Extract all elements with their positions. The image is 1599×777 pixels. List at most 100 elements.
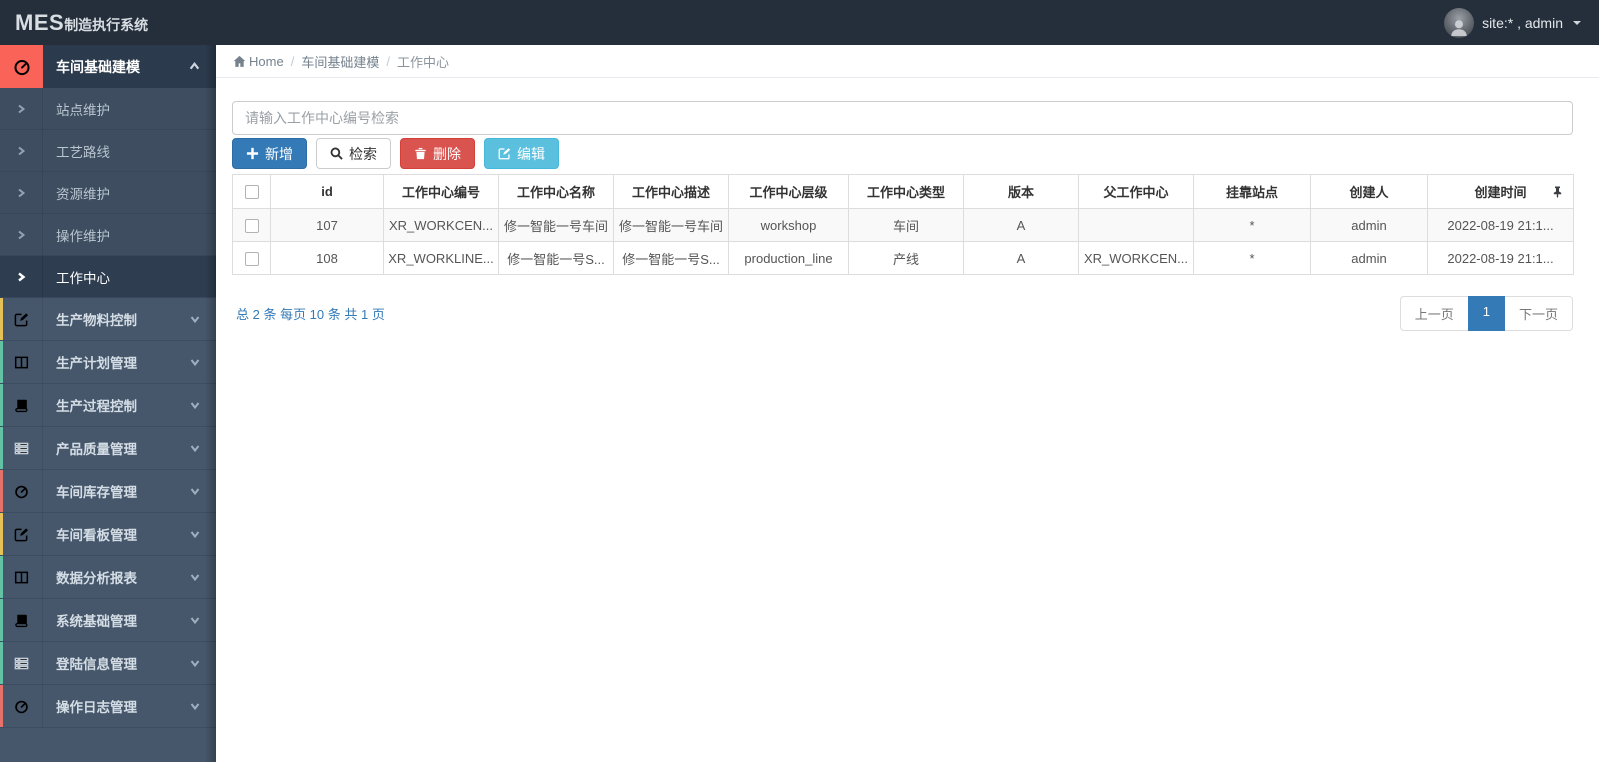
- work-center-search-input[interactable]: [232, 101, 1573, 135]
- pushpin-icon[interactable]: [1552, 186, 1563, 198]
- search-icon: [330, 147, 343, 160]
- table-header-row: id 工作中心编号 工作中心名称 工作中心描述 工作中心层级 工作中心类型 版本…: [232, 174, 1574, 209]
- sidebar-item-process-control[interactable]: 生产过程控制: [0, 384, 216, 427]
- user-icon: [1448, 16, 1470, 38]
- cell-created: 2022-08-19 21:1...: [1427, 208, 1574, 242]
- home-icon: [233, 55, 246, 68]
- sidebar-item-operation-maintenance[interactable]: 操作维护: [0, 214, 216, 256]
- edit-icon: [0, 513, 43, 555]
- chevron-down-icon: [190, 314, 200, 324]
- app-logo-bold: MES: [15, 9, 65, 35]
- book-icon: [0, 599, 43, 641]
- sidebar-item-label: 车间库存管理: [56, 485, 137, 500]
- item-color-strip: [0, 556, 3, 598]
- item-color-strip: [0, 341, 3, 383]
- column-header-created-label: 创建时间: [1474, 185, 1527, 200]
- edit-icon: [498, 147, 511, 160]
- sidebar-item-label: 站点维护: [56, 102, 110, 118]
- sidebar-item-station-maintenance[interactable]: 站点维护: [0, 88, 216, 130]
- chevron-down-icon: [190, 529, 200, 539]
- sidebar-item-label: 工艺路线: [56, 144, 110, 160]
- cell-parent: [1078, 208, 1194, 242]
- row-checkbox[interactable]: [244, 251, 259, 266]
- sidebar-item-quality-management[interactable]: 产品质量管理: [0, 427, 216, 470]
- item-color-strip: [0, 427, 3, 469]
- cell-creator: admin: [1310, 241, 1428, 275]
- sidebar-item-work-center-active[interactable]: 工作中心: [0, 256, 216, 298]
- chevron-down-icon: [190, 443, 200, 453]
- list-icon: [0, 427, 43, 469]
- pagination: 上一页 1 下一页: [1399, 296, 1573, 331]
- sidebar-item-data-reports[interactable]: 数据分析报表: [0, 556, 216, 599]
- sidebar-item-plan-management[interactable]: 生产计划管理: [0, 341, 216, 384]
- cell-level: production_line: [728, 241, 849, 275]
- sidebar-item-label: 数据分析报表: [56, 571, 137, 586]
- item-color-strip: [0, 599, 3, 641]
- sidebar-item-material-control[interactable]: 生产物料控制: [0, 298, 216, 341]
- delete-button-label: 删除: [433, 145, 461, 162]
- book-icon: [0, 384, 43, 426]
- cell-code: XR_WORKLINE...: [383, 241, 499, 275]
- select-all-checkbox[interactable]: [244, 185, 259, 200]
- list-icon: [0, 642, 43, 684]
- app-logo-rest: 制造执行系统: [64, 16, 149, 33]
- breadcrumb-workshop-modeling[interactable]: 车间基础建模: [301, 52, 379, 71]
- sidebar-item-operation-log-management[interactable]: 操作日志管理: [0, 685, 216, 728]
- sidebar-item-inventory-management[interactable]: 车间库存管理: [0, 470, 216, 513]
- search-button[interactable]: 检索: [316, 138, 391, 169]
- item-color-strip: [0, 298, 3, 340]
- content-area: 新增 检索 删除 编辑: [216, 78, 1599, 331]
- pagination-summary: 总 2 条 每页 10 条 共 1 页: [236, 307, 385, 322]
- edit-button-label: 编辑: [517, 145, 545, 162]
- column-header-station: 挂靠站点: [1193, 174, 1311, 209]
- sidebar-item-label: 车间看板管理: [56, 528, 137, 543]
- cell-creator: admin: [1310, 208, 1428, 242]
- column-header-version: 版本: [963, 174, 1079, 209]
- page-1-button[interactable]: 1: [1467, 296, 1505, 331]
- chevron-up-icon: [189, 61, 200, 72]
- sidebar-item-label: 资源维护: [56, 186, 110, 202]
- row-checkbox[interactable]: [244, 218, 259, 233]
- delete-button[interactable]: 删除: [400, 138, 475, 169]
- cell-type: 车间: [848, 208, 964, 242]
- next-page-button[interactable]: 下一页: [1503, 296, 1573, 331]
- column-header-name: 工作中心名称: [498, 174, 614, 209]
- prev-page-button[interactable]: 上一页: [1399, 296, 1469, 331]
- breadcrumb-separator: /: [290, 53, 295, 69]
- edit-icon: [0, 298, 43, 340]
- sidebar-item-login-info-management[interactable]: 登陆信息管理: [0, 642, 216, 685]
- breadcrumb: Home / 车间基础建模 / 工作中心: [216, 45, 1599, 78]
- cell-parent: XR_WORKCEN...: [1078, 241, 1194, 275]
- edit-button[interactable]: 编辑: [484, 138, 559, 169]
- item-color-strip: [0, 384, 3, 426]
- cell-station: *: [1193, 208, 1311, 242]
- user-menu[interactable]: site:* , admin: [1444, 7, 1599, 38]
- item-color-strip: [0, 513, 3, 555]
- user-menu-label: site:* , admin: [1482, 14, 1563, 31]
- item-color-strip: [0, 642, 3, 684]
- chevron-down-icon: [190, 486, 200, 496]
- add-button[interactable]: 新增: [232, 138, 307, 169]
- sidebar-item-label: 登陆信息管理: [56, 657, 137, 672]
- chevron-right-icon: [0, 172, 43, 213]
- chevron-right-icon: [0, 88, 43, 129]
- breadcrumb-current: 工作中心: [396, 54, 449, 70]
- columns-icon: [0, 341, 43, 383]
- chevron-right-icon: [0, 214, 43, 255]
- columns-icon: [0, 556, 43, 598]
- sidebar-item-kanban-management[interactable]: 车间看板管理: [0, 513, 216, 556]
- column-header-created: 创建时间: [1427, 174, 1574, 209]
- sidebar-item-system-management[interactable]: 系统基础管理: [0, 599, 216, 642]
- breadcrumb-home[interactable]: Home: [249, 54, 284, 69]
- column-header-desc: 工作中心描述: [613, 174, 729, 209]
- breadcrumb-separator: /: [386, 53, 390, 69]
- sidebar-section-workshop-modeling[interactable]: 车间基础建模: [0, 45, 216, 88]
- dashboard-icon: [0, 45, 43, 88]
- chevron-down-icon: [190, 658, 200, 668]
- sidebar-item-resource-maintenance[interactable]: 资源维护: [0, 172, 216, 214]
- chevron-right-icon: [0, 256, 43, 297]
- caret-down-icon: [1573, 20, 1581, 25]
- sidebar-item-process-route[interactable]: 工艺路线: [0, 130, 216, 172]
- cell-id: 107: [270, 208, 384, 242]
- plus-icon: [246, 147, 259, 160]
